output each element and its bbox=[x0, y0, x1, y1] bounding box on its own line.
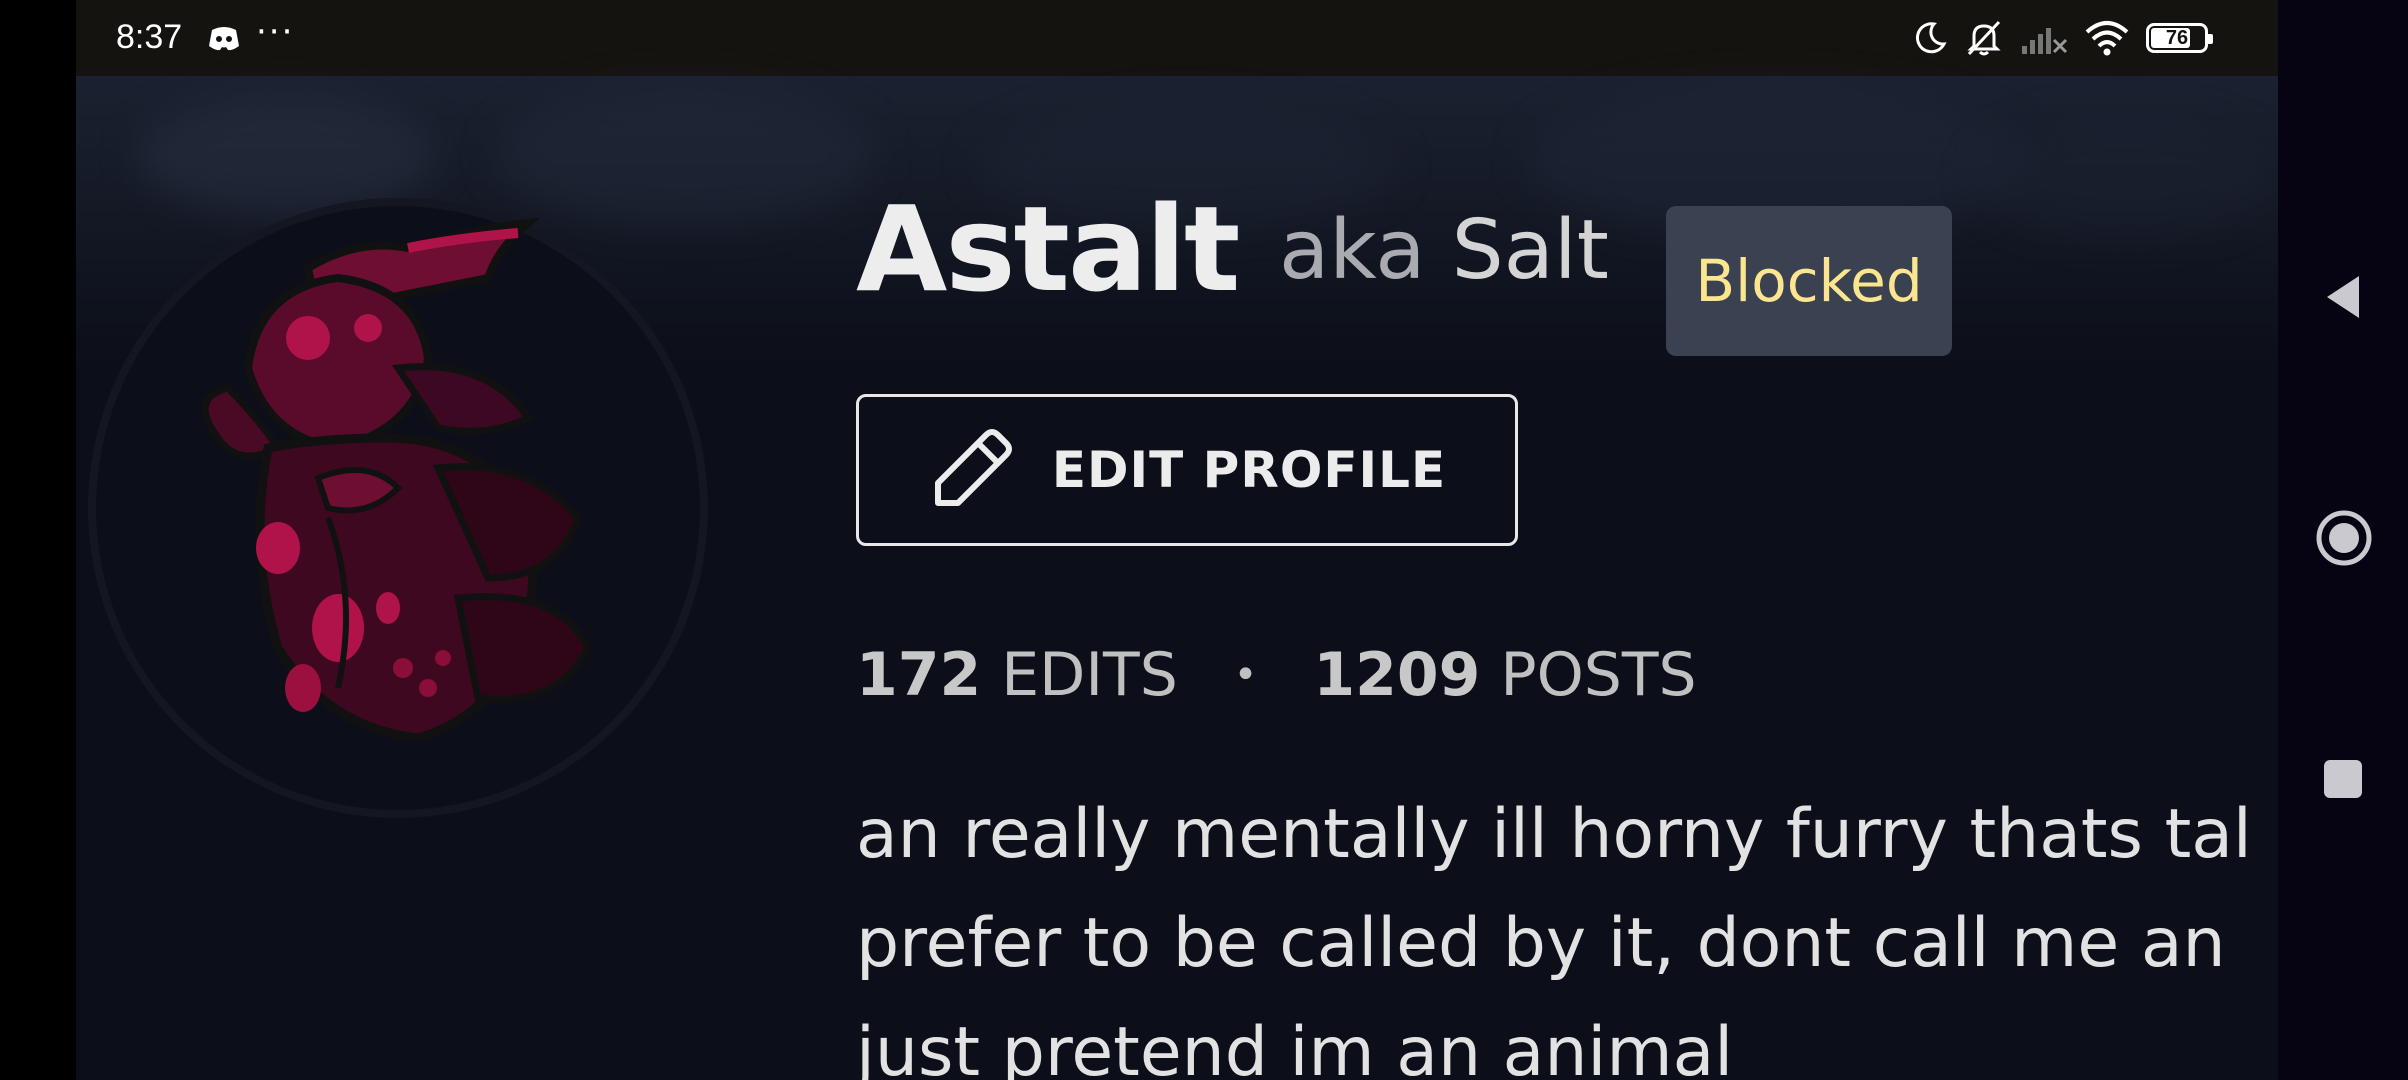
blocked-badge-label: Blocked bbox=[1695, 247, 1923, 315]
status-icons: 76 bbox=[1912, 16, 2213, 60]
bio-line: just pretend im an animal bbox=[856, 1013, 1734, 1080]
edits-label: EDITS bbox=[1001, 640, 1178, 710]
status-time: 8:37 bbox=[116, 18, 183, 56]
posts-count: 1209 bbox=[1313, 640, 1481, 710]
blocked-badge: Blocked bbox=[1666, 206, 1952, 356]
app-area: 8:37 ··· 76 Astalt aka Salt Blocked EDIT… bbox=[76, 0, 2278, 1080]
stats-separator: • bbox=[1233, 652, 1258, 698]
pencil-icon bbox=[928, 423, 1018, 517]
back-icon[interactable] bbox=[2323, 272, 2363, 326]
discord-icon bbox=[206, 20, 242, 56]
battery-icon: 76 bbox=[2146, 23, 2213, 53]
profile-name: Astalt bbox=[856, 180, 1240, 318]
profile-stats: 172 EDITS • 1209 POSTS bbox=[856, 640, 1697, 710]
no-signal-icon bbox=[2020, 20, 2068, 56]
posts-label: POSTS bbox=[1500, 640, 1697, 710]
avatar-character-icon bbox=[201, 218, 592, 743]
bio-line: an really mentally ill horny furry thats… bbox=[856, 795, 2252, 874]
avatar[interactable] bbox=[88, 198, 708, 818]
aka-name: Salt bbox=[1451, 203, 1609, 298]
edits-count: 172 bbox=[856, 640, 982, 710]
bio-line: prefer to be called by it, dont call me … bbox=[856, 904, 2226, 983]
edit-profile-button[interactable]: EDIT PROFILE bbox=[856, 394, 1518, 546]
do-not-disturb-moon-icon bbox=[1912, 20, 1948, 56]
home-icon[interactable] bbox=[2316, 510, 2372, 570]
status-bar: 8:37 ··· 76 bbox=[76, 0, 2278, 76]
profile-aka: aka Salt bbox=[1279, 210, 1609, 292]
recents-icon[interactable] bbox=[2324, 760, 2362, 798]
profile-bio: an really mentally ill horny furry thats… bbox=[856, 780, 2278, 1080]
wifi-icon bbox=[2084, 20, 2130, 56]
left-edge bbox=[0, 0, 76, 1080]
more-notifications-icon: ··· bbox=[256, 12, 295, 52]
navigation-bar bbox=[2278, 0, 2408, 1080]
battery-level: 76 bbox=[2165, 26, 2189, 49]
aka-label: aka bbox=[1279, 203, 1426, 298]
mute-bell-icon bbox=[1964, 18, 2004, 58]
edit-profile-label: EDIT PROFILE bbox=[1051, 441, 1447, 499]
